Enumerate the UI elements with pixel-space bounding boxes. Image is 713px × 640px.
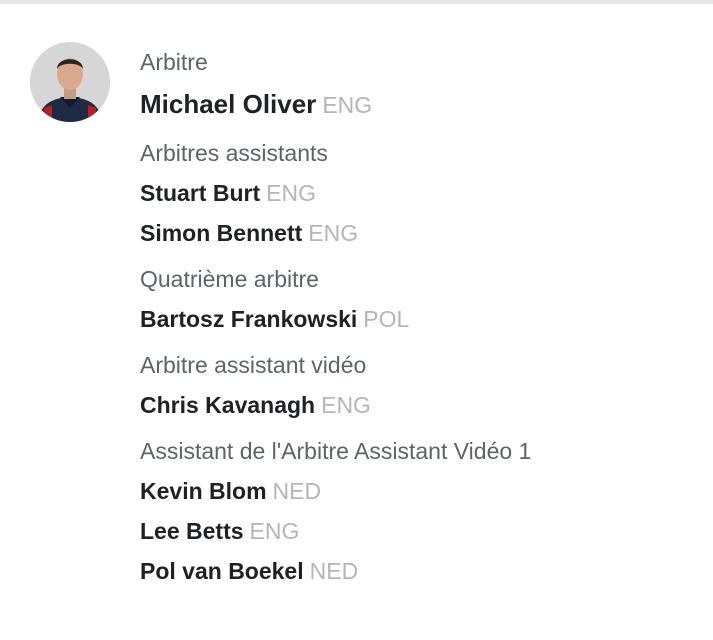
official-name[interactable]: Simon Bennett	[140, 220, 302, 246]
fourth-official-section: Quatrième arbitre Bartosz Frankowski POL	[140, 265, 700, 333]
official-entry[interactable]: Stuart Burt ENG	[140, 179, 700, 207]
official-nation: ENG	[249, 518, 300, 544]
var-section: Arbitre assistant vidéo Chris Kavanagh EN…	[140, 351, 700, 419]
referee-nation: ENG	[322, 92, 373, 118]
official-entry[interactable]: Kevin Blom NED	[140, 477, 700, 505]
official-entry[interactable]: Bartosz Frankowski POL	[140, 305, 700, 333]
official-name[interactable]: Kevin Blom	[140, 478, 267, 504]
officials-list: Arbitre Michael Oliver ENG Arbitres assis…	[140, 48, 700, 603]
role-label-referee: Arbitre	[140, 49, 208, 75]
official-name[interactable]: Stuart Burt	[140, 180, 260, 206]
official-entry[interactable]: Lee Betts ENG	[140, 517, 700, 545]
official-entry[interactable]: Chris Kavanagh ENG	[140, 391, 700, 419]
role-label-fourth-official: Quatrième arbitre	[140, 266, 319, 292]
official-name[interactable]: Lee Betts	[140, 518, 244, 544]
official-nation: ENG	[321, 392, 371, 418]
official-entry[interactable]: Pol van Boekel NED	[140, 557, 700, 585]
referee-entry[interactable]: Michael Oliver ENG	[140, 88, 700, 121]
official-name[interactable]: Bartosz Frankowski	[140, 306, 357, 332]
top-divider	[0, 0, 713, 4]
official-nation: NED	[309, 558, 359, 584]
role-label-var: Arbitre assistant vidéo	[140, 352, 367, 378]
official-nation: POL	[363, 306, 410, 332]
official-nation: ENG	[308, 220, 359, 246]
avar-section: Assistant de l'Arbitre Assistant Vidéo 1…	[140, 437, 700, 585]
official-entry[interactable]: Simon Bennett ENG	[140, 219, 700, 247]
official-name[interactable]: Pol van Boekel	[140, 558, 304, 584]
official-nation: ENG	[266, 180, 316, 206]
referee-photo-icon	[30, 42, 110, 122]
role-label-avar: Assistant de l'Arbitre Assistant Vidéo 1	[140, 438, 532, 464]
referee-section: Arbitre Michael Oliver ENG	[140, 48, 700, 121]
referee-avatar	[30, 42, 110, 122]
official-nation: NED	[272, 478, 322, 504]
role-label-assistant-referees: Arbitres assistants	[140, 140, 328, 166]
assistant-referees-section: Arbitres assistants Stuart Burt ENG Simon…	[140, 139, 700, 247]
referee-name[interactable]: Michael Oliver	[140, 89, 316, 119]
official-name[interactable]: Chris Kavanagh	[140, 392, 315, 418]
